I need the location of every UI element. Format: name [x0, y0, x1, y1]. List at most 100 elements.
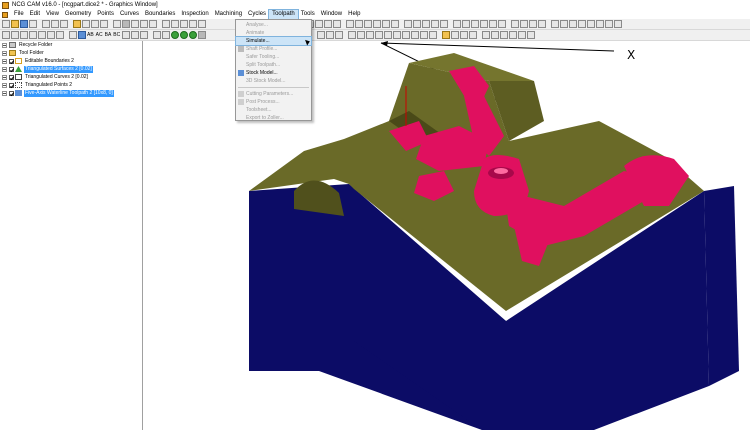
menu-tools[interactable]: Tools	[298, 10, 318, 19]
view-front-icon[interactable]	[140, 31, 149, 39]
cycle-icon-12[interactable]	[404, 20, 412, 28]
menu-help[interactable]: Help	[345, 10, 363, 19]
pointer-icon[interactable]	[11, 31, 19, 39]
tool-icon-10[interactable]	[429, 31, 438, 39]
cone-icon[interactable]	[131, 20, 139, 28]
menu-toolpath[interactable]: Toolpath	[268, 9, 299, 20]
curve-tool-icon[interactable]	[162, 20, 170, 28]
tool-icon-20[interactable]	[527, 31, 536, 39]
tool-icon-14[interactable]	[469, 31, 478, 39]
view-ba-button[interactable]: BA	[105, 32, 112, 38]
cycle-icon-25[interactable]	[529, 20, 537, 28]
tree-item-waterline-toolpath[interactable]: Five-Axis Waterline Toolpath 2 [10x8, 0]	[2, 89, 114, 97]
cycle-icon-28[interactable]	[560, 20, 568, 28]
cycle-icon-9[interactable]	[373, 20, 381, 28]
menu-cycles[interactable]: Cycles	[245, 10, 269, 19]
menu-item-stock-model[interactable]: Stock Model...	[236, 69, 311, 77]
menu-boundaries[interactable]: Boundaries	[142, 10, 178, 19]
visibility-checkbox[interactable]	[9, 66, 14, 72]
hide-icon[interactable]	[56, 31, 64, 39]
cycle-icon-33[interactable]	[605, 20, 613, 28]
tool-icon-8[interactable]	[411, 31, 420, 39]
cycle-icon-15[interactable]	[431, 20, 439, 28]
surface-tool-icon[interactable]	[149, 20, 157, 28]
shaded-solid-icon[interactable]	[180, 31, 189, 39]
expand-icon[interactable]	[2, 66, 7, 72]
menu-item-shaft-profile[interactable]: Shaft Profile...	[236, 45, 311, 53]
menu-machining[interactable]: Machining	[212, 10, 245, 19]
cycle-icon-21[interactable]	[489, 20, 497, 28]
cycle-icon-11[interactable]	[391, 20, 399, 28]
cycle-icon-16[interactable]	[440, 20, 448, 28]
menu-edit[interactable]: Edit	[27, 10, 43, 19]
tree-item-triangulated-surfaces[interactable]: Triangulated Surfaces 2 [0.02]	[2, 65, 93, 73]
transform-icon[interactable]	[78, 31, 86, 39]
invert-select-icon[interactable]	[47, 31, 55, 39]
cycle-icon-24[interactable]	[520, 20, 528, 28]
view-ab-button[interactable]: AB	[87, 32, 94, 38]
cycle-icon-18[interactable]	[462, 20, 470, 28]
zoom-in-icon[interactable]	[326, 31, 335, 39]
menu-item-simulate[interactable]: Simulate...	[235, 36, 312, 46]
menu-item-safer-tooling[interactable]: Safer Tooling...	[236, 53, 311, 61]
tree-item-triangulated-points[interactable]: Triangulated Points 2	[2, 81, 73, 89]
table-icon[interactable]	[91, 20, 99, 28]
cut-icon[interactable]	[42, 20, 50, 28]
lasso-icon[interactable]	[20, 31, 28, 39]
tool-icon-13[interactable]	[460, 31, 469, 39]
cycle-icon-34[interactable]	[614, 20, 622, 28]
tool-icon-9[interactable]	[420, 31, 429, 39]
sphere-icon[interactable]	[122, 20, 130, 28]
cycle-icon-7[interactable]	[355, 20, 363, 28]
menu-item-3d-stock-model[interactable]: 3D Stock Model...	[236, 77, 311, 85]
cycle-icon-23[interactable]	[511, 20, 519, 28]
cycle-icon-8[interactable]	[364, 20, 372, 28]
expand-icon[interactable]	[2, 82, 7, 88]
cycle-icon-17[interactable]	[453, 20, 461, 28]
paste-icon[interactable]	[60, 20, 68, 28]
select-icon[interactable]	[2, 31, 10, 39]
tool-icon-2[interactable]	[357, 31, 366, 39]
measure-icon[interactable]	[69, 31, 77, 39]
expand-icon[interactable]	[2, 42, 7, 48]
cycle-icon-29[interactable]	[569, 20, 577, 28]
trim-tool-icon[interactable]	[198, 20, 206, 28]
layer-icon[interactable]	[73, 20, 81, 28]
cycle-icon-3[interactable]	[315, 20, 323, 28]
tool-icon-11[interactable]	[442, 31, 451, 39]
tool-icon-18[interactable]	[509, 31, 518, 39]
tree-item-recycle-folder[interactable]: Recycle Folder	[2, 41, 53, 49]
render-icon[interactable]	[198, 31, 207, 39]
view-iso-icon[interactable]	[122, 31, 131, 39]
cycle-icon-22[interactable]	[498, 20, 506, 28]
tool-icon-12[interactable]	[451, 31, 460, 39]
visibility-checkbox[interactable]	[9, 90, 14, 96]
tool-icon-7[interactable]	[402, 31, 411, 39]
tree-item-tool-folder[interactable]: Tool Folder	[2, 49, 45, 57]
grid-icon[interactable]	[82, 20, 90, 28]
menu-view[interactable]: View	[43, 10, 62, 19]
zoom-extents-icon[interactable]	[317, 31, 326, 39]
view-ac-button[interactable]: AC	[96, 32, 103, 38]
visibility-checkbox[interactable]	[9, 82, 14, 88]
point-icon[interactable]	[113, 20, 121, 28]
menu-item-split-toolpath[interactable]: Split Toolpath...	[236, 61, 311, 69]
tool-icon-15[interactable]	[482, 31, 491, 39]
copy-icon[interactable]	[51, 20, 59, 28]
menu-points[interactable]: Points	[94, 10, 117, 19]
tree-item-editable-boundaries[interactable]: Editable Boundaries 2	[2, 57, 75, 65]
cycle-icon-31[interactable]	[587, 20, 595, 28]
print-icon[interactable]	[29, 20, 37, 28]
save-icon[interactable]	[20, 20, 28, 28]
open-folder-icon[interactable]	[11, 20, 19, 28]
document-icon[interactable]	[2, 11, 8, 18]
menu-item-cutting-parameters[interactable]: Cutting Parameters...	[236, 90, 311, 98]
view-bc-button[interactable]: BC	[113, 32, 120, 38]
box-select-icon[interactable]	[29, 31, 37, 39]
offset-tool-icon[interactable]	[189, 20, 197, 28]
tool-icon-17[interactable]	[500, 31, 509, 39]
cycle-icon-30[interactable]	[578, 20, 586, 28]
zoom-out-icon[interactable]	[335, 31, 344, 39]
tool-icon-4[interactable]	[375, 31, 384, 39]
tool-icon-6[interactable]	[393, 31, 402, 39]
